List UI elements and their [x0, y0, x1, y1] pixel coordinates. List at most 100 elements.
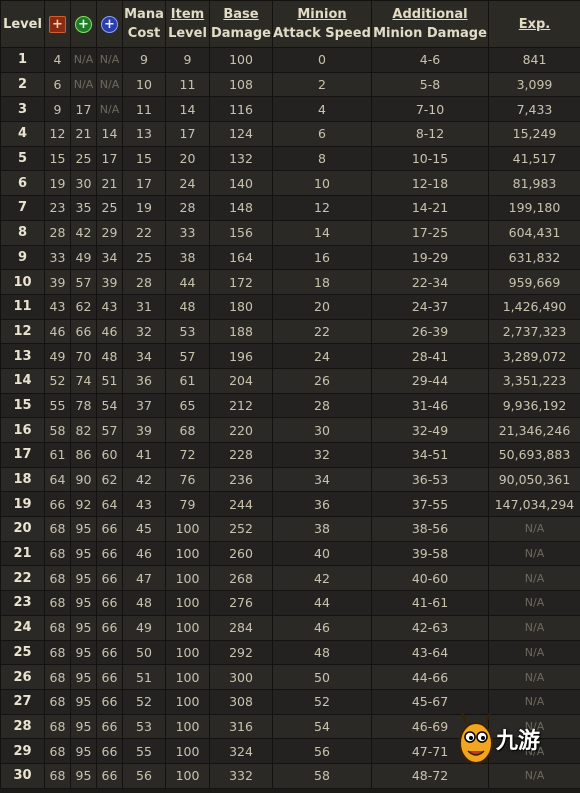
cell-intelligence: N/A — [96, 71, 123, 98]
cell-item-level: 48 — [165, 293, 210, 320]
cell-level: 22 — [0, 565, 45, 592]
cell-minion-attack-speed: 58 — [272, 762, 372, 789]
cell-strength: 68 — [44, 713, 71, 740]
cell-level: 2 — [0, 71, 45, 98]
cell-intelligence: 54 — [96, 392, 123, 419]
cell-minion-attack-speed: 4 — [272, 96, 372, 123]
cell-item-level: 57 — [165, 343, 210, 369]
header-item-level-line2[interactable]: Level — [167, 24, 209, 43]
cell-strength: 66 — [44, 491, 71, 518]
cell-base-damage: 100 — [209, 47, 273, 73]
cell-mana-cost: 49 — [122, 614, 166, 641]
header-base-damage-line2[interactable]: Damage — [211, 24, 272, 43]
cell-additional-minion-damage: 38-56 — [371, 516, 489, 542]
cell-strength: 61 — [44, 442, 71, 468]
header-exp-label[interactable]: Exp. — [519, 17, 551, 32]
cell-level: 24 — [0, 614, 45, 641]
cell-dexterity: 35 — [70, 195, 97, 221]
cell-additional-minion-damage: 34-51 — [371, 442, 489, 468]
header-base-damage[interactable]: Base Damage — [209, 0, 273, 48]
cell-dexterity: N/A — [70, 71, 97, 98]
cell-mana-cost: 56 — [122, 762, 166, 789]
header-base-damage-line1[interactable]: Base — [211, 5, 272, 24]
cell-mana-cost: 55 — [122, 738, 166, 764]
cell-level: 10 — [0, 269, 45, 295]
cell-additional-minion-damage: 19-29 — [371, 244, 489, 271]
cell-dexterity: 66 — [70, 318, 97, 345]
header-minion-attack-speed-line2[interactable]: Attack Speed — [274, 24, 371, 43]
cell-minion-attack-speed: 32 — [272, 442, 372, 468]
header-minion-attack-speed[interactable]: Minion Attack Speed — [272, 0, 372, 48]
cell-minion-attack-speed: 52 — [272, 688, 372, 715]
cell-base-damage: 244 — [209, 491, 273, 518]
header-additional-minion-damage[interactable]: Additional Minion Damage — [371, 0, 489, 48]
cell-strength: 33 — [44, 244, 71, 271]
cell-strength: 15 — [44, 145, 71, 172]
cell-base-damage: 204 — [209, 367, 273, 394]
cell-strength: 68 — [44, 516, 71, 542]
cell-mana-cost: 15 — [122, 145, 166, 172]
cell-dexterity: 95 — [70, 590, 97, 616]
cell-mana-cost: 34 — [122, 343, 166, 369]
table-row: 24 68 95 66 49 100 284 46 42-63 N/A — [0, 614, 580, 641]
cell-base-damage: 180 — [209, 293, 273, 320]
cell-mana-cost: 9 — [122, 47, 166, 73]
cell-exp: 841 — [488, 47, 580, 73]
table-row: 28 68 95 66 53 100 316 54 46-69 N/A — [0, 713, 580, 740]
cell-exp: 631,832 — [488, 244, 580, 271]
cell-base-damage: 212 — [209, 392, 273, 419]
cell-mana-cost: 10 — [122, 71, 166, 98]
cell-mana-cost: 39 — [122, 417, 166, 443]
header-item-level-line1[interactable]: Item — [167, 5, 209, 24]
cell-mana-cost: 28 — [122, 269, 166, 295]
cell-additional-minion-damage: 36-53 — [371, 466, 489, 493]
cell-base-damage: 140 — [209, 170, 273, 197]
cell-exp: N/A — [488, 713, 580, 740]
table-row: 25 68 95 66 50 100 292 48 43-64 N/A — [0, 639, 580, 666]
cell-level: 29 — [0, 738, 45, 764]
cell-base-damage: 116 — [209, 96, 273, 123]
intelligence-attribute-icon: + — [101, 15, 118, 33]
cell-dexterity: 17 — [70, 96, 97, 123]
cell-minion-attack-speed: 28 — [272, 392, 372, 419]
header-exp[interactable]: Exp. — [488, 0, 580, 48]
cell-additional-minion-damage: 32-49 — [371, 417, 489, 443]
cell-additional-minion-damage: 37-55 — [371, 491, 489, 518]
cell-minion-attack-speed: 24 — [272, 343, 372, 369]
cell-intelligence: 57 — [96, 417, 123, 443]
cell-base-damage: 316 — [209, 713, 273, 740]
cell-intelligence: 34 — [96, 244, 123, 271]
cell-item-level: 11 — [165, 71, 210, 98]
cell-intelligence: 66 — [96, 639, 123, 666]
cell-minion-attack-speed: 0 — [272, 47, 372, 73]
cell-item-level: 68 — [165, 417, 210, 443]
table-row: 15 55 78 54 37 65 212 28 31-46 9,936,192 — [0, 392, 580, 419]
cell-base-damage: 220 — [209, 417, 273, 443]
header-minion-attack-speed-line1[interactable]: Minion — [274, 5, 371, 24]
table-row: 12 46 66 46 32 53 188 22 26-39 2,737,323 — [0, 318, 580, 345]
cell-additional-minion-damage: 7-10 — [371, 96, 489, 123]
header-item-level[interactable]: Item Level — [165, 0, 210, 48]
cell-item-level: 20 — [165, 145, 210, 172]
cell-minion-attack-speed: 12 — [272, 195, 372, 221]
cell-additional-minion-damage: 12-18 — [371, 170, 489, 197]
cell-intelligence: 66 — [96, 762, 123, 789]
cell-level: 15 — [0, 392, 45, 419]
cell-dexterity: 95 — [70, 738, 97, 764]
cell-additional-minion-damage: 31-46 — [371, 392, 489, 419]
cell-strength: 4 — [44, 47, 71, 73]
header-strength: + — [44, 0, 71, 48]
cell-intelligence: 62 — [96, 466, 123, 493]
cell-dexterity: 74 — [70, 367, 97, 394]
cell-base-damage: 108 — [209, 71, 273, 98]
cell-additional-minion-damage: 26-39 — [371, 318, 489, 345]
header-additional-minion-damage-line2[interactable]: Minion Damage — [373, 24, 488, 43]
cell-minion-attack-speed: 40 — [272, 540, 372, 567]
cell-level: 23 — [0, 590, 45, 616]
cell-dexterity: 90 — [70, 466, 97, 493]
cell-exp: 21,346,246 — [488, 417, 580, 443]
cell-level: 20 — [0, 516, 45, 542]
cell-level: 14 — [0, 367, 45, 394]
cell-base-damage: 164 — [209, 244, 273, 271]
header-additional-minion-damage-line1[interactable]: Additional — [373, 5, 488, 24]
